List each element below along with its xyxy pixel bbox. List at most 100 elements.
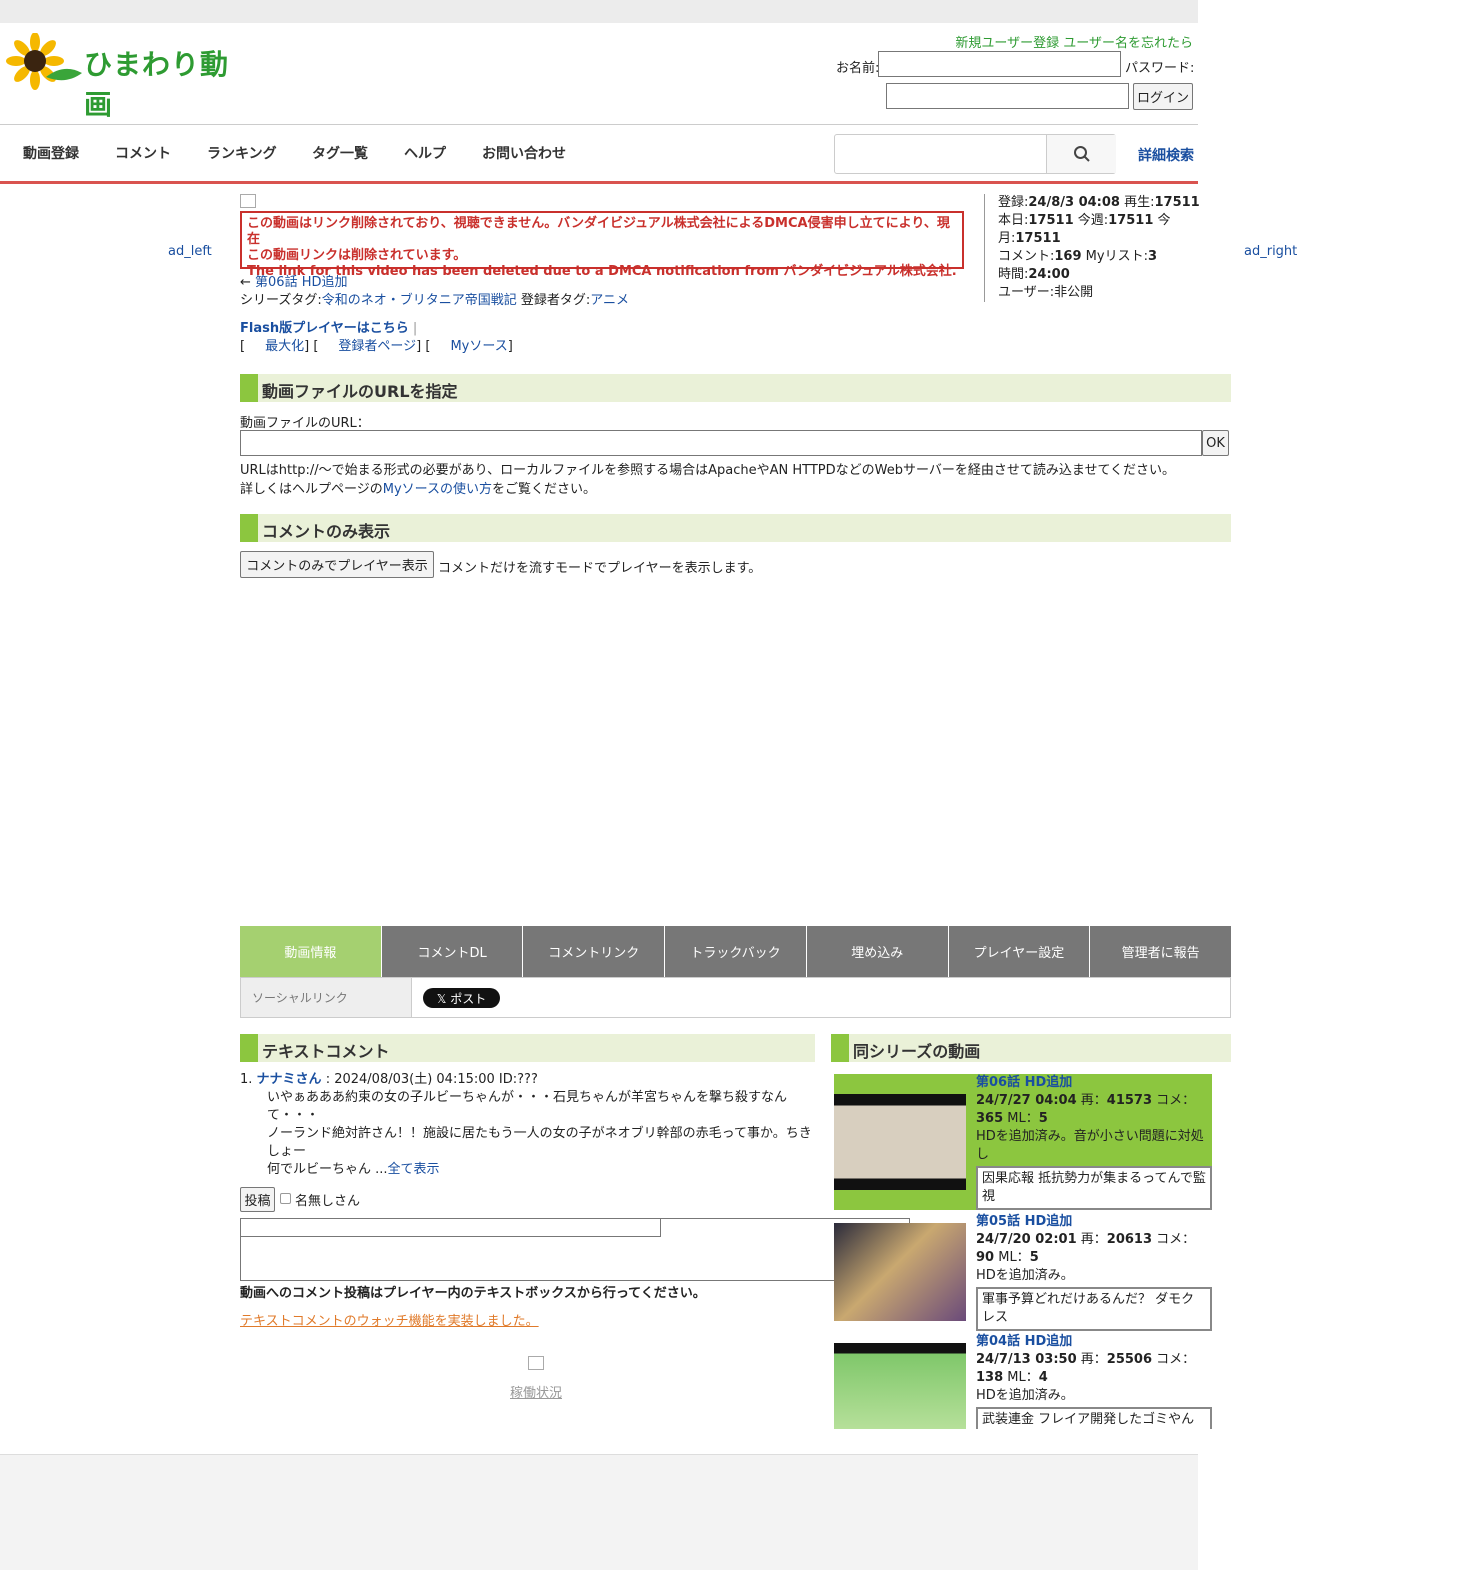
uploader-page-link[interactable]: 登録者ページ — [338, 339, 416, 354]
play-value: 17511 — [1154, 195, 1200, 210]
x-post-button[interactable]: 𝕏 ポスト — [423, 988, 500, 1008]
url-ok-button[interactable]: OK — [1202, 430, 1229, 456]
comment-line: ノーランド絶対許さん！！施設に居たもう一人の女の子がネオブリ幹部の赤毛って事か。… — [267, 1126, 812, 1159]
forgot-username-link[interactable]: ユーザー名を忘れたら — [1063, 36, 1193, 51]
server-status-link[interactable]: 稼働状況 — [510, 1382, 562, 1401]
show-all-link[interactable]: 全て表示 — [388, 1162, 440, 1177]
login-button[interactable]: ログイン — [1133, 83, 1193, 110]
url-note: URLはhttp://〜で始まる形式の必要があり、ローカルファイルを参照する場合… — [240, 461, 1200, 499]
series-item-desc: HDを追加済み。音が小さい問題に対処し — [976, 1129, 1204, 1162]
series-item[interactable]: 第04話 HD追加 24/7/13 03:50 再：25506 コメ： 138 M… — [834, 1333, 1212, 1429]
series-item-comments: 365 — [976, 1111, 1004, 1126]
sunflower-icon — [6, 32, 82, 90]
video-stats: 登録:24/8/3 04:08 再生:17511 本日:17511 今週:175… — [984, 194, 1214, 302]
nav-item-comment[interactable]: コメント — [115, 143, 171, 163]
mysource-link[interactable]: Myソース — [450, 339, 507, 354]
play-label: 再： — [1076, 1232, 1107, 1247]
nav-item-ranking[interactable]: ランキング — [207, 143, 277, 163]
register-link[interactable]: 新規ユーザー登録 — [955, 36, 1059, 51]
video-thumbnail[interactable] — [834, 1094, 966, 1190]
nav-item-tags[interactable]: タグ一覧 — [312, 143, 368, 163]
url-note-line-1: URLはhttp://〜で始まる形式の必要があり、ローカルファイルを参照する場合… — [240, 463, 1176, 478]
nav-item-upload[interactable]: 動画登録 — [23, 143, 79, 163]
name-label: お名前: — [836, 61, 880, 76]
watch-feature-link[interactable]: テキストコメントのウォッチ機能を実装しました。 — [240, 1310, 539, 1329]
series-heading: 同シリーズの動画 — [831, 1034, 1231, 1062]
tab-comment-link[interactable]: コメントリンク — [523, 926, 666, 977]
mylist-value: 3 — [1147, 249, 1158, 264]
password-label: パスワード: — [1125, 61, 1195, 76]
ml-label: ML： — [1003, 1370, 1039, 1385]
search-button[interactable] — [1046, 135, 1116, 173]
nav-item-contact[interactable]: お問い合わせ — [482, 143, 566, 163]
uploader-tag-link[interactable]: アニメ — [590, 293, 629, 308]
comment-line: 何でルビーちゃん ... — [267, 1162, 388, 1177]
nav-item-help[interactable]: ヘルプ — [404, 143, 446, 163]
series-item-comments: 138 — [976, 1370, 1004, 1385]
ad-right-image[interactable]: ad_right — [1244, 244, 1297, 259]
series-item-plays: 25506 — [1106, 1352, 1153, 1367]
series-item-date: 24/7/13 03:50 — [976, 1352, 1077, 1367]
series-item-desc: HDを追加済み。 — [976, 1388, 1074, 1403]
anonymous-label: 名無しさん — [295, 1194, 361, 1209]
search-input[interactable] — [835, 135, 1045, 173]
tab-player-settings[interactable]: プレイヤー設定 — [948, 926, 1091, 977]
advanced-search-link[interactable]: 詳細検索 — [1138, 145, 1194, 165]
notice-line-1: この動画はリンク削除されており、視聴できません。バンダイビジュアル株式会社による… — [247, 216, 950, 247]
flash-row: Flash版プレイヤーはこちら | — [240, 317, 417, 336]
tags-row: シリーズタグ:令和のネオ・ブリタニア帝国戦記 登録者タグ:アニメ — [240, 289, 629, 308]
series-item[interactable]: 第05話 HD追加 24/7/20 02:01 再：20613 コメ： 90 ML… — [834, 1213, 1212, 1331]
comment-only-player-button[interactable]: コメントのみでプレイヤー表示 — [240, 551, 434, 578]
series-item-info: 第04話 HD追加 24/7/13 03:50 再：25506 コメ： 138 M… — [976, 1333, 1212, 1429]
ad-left-image[interactable]: ad_left — [168, 244, 212, 259]
series-item-mylist: 5 — [1038, 1111, 1048, 1126]
tab-comment-dl[interactable]: コメントDL — [381, 926, 524, 977]
post-comment-button[interactable]: 投稿 — [240, 1187, 275, 1212]
comment-only-desc: コメントだけを流すモードでプレイヤーを表示します。 — [438, 561, 762, 576]
page-footer — [0, 1454, 1198, 1570]
url-note-suffix: をご覧ください。 — [492, 482, 597, 497]
tab-trackback[interactable]: トラックバック — [665, 926, 807, 977]
reg-label: 登録: — [998, 195, 1029, 210]
video-url-input[interactable] — [240, 430, 1202, 456]
username-input[interactable] — [878, 51, 1121, 77]
tab-report[interactable]: 管理者に報告 — [1090, 926, 1232, 977]
social-links-label: ソーシャルリンク — [241, 978, 412, 1017]
separator: | — [408, 321, 418, 336]
site-logo[interactable]: ひまわり動画 — [6, 32, 256, 121]
video-thumbnail[interactable] — [834, 1343, 966, 1429]
comment-body: いやぁあああ約束の女の子ルビーちゃんが・・・石見ちゃんが羊宮ちゃんを撃ち殺すなん… — [240, 1089, 815, 1179]
series-item-comment: 軍事予算どれだけあるんだ？ ダモクレス — [976, 1287, 1212, 1331]
series-item-date: 24/7/20 02:01 — [976, 1232, 1077, 1247]
dmca-notice: この動画はリンク削除されており、視聴できません。バンダイビジュアル株式会社による… — [240, 211, 964, 279]
series-item-active[interactable]: 第06話 HD追加 24/7/27 04:04 再：41573 コメ： 365 M… — [834, 1074, 1212, 1210]
prev-episode-link[interactable]: 第06話 HD追加 — [255, 275, 347, 290]
player-links-row: [最大化] [登録者ページ] [Myソース] — [240, 335, 513, 354]
play-label: 再生: — [1119, 195, 1155, 210]
duration-value: 24:00 — [1028, 267, 1070, 282]
com-label: コメ： — [1152, 1093, 1196, 1108]
password-input[interactable] — [886, 83, 1129, 109]
bracket: ] — [507, 339, 513, 354]
mysource-help-link[interactable]: Myソースの使い方 — [383, 482, 492, 497]
series-item-title[interactable]: 第05話 HD追加 — [976, 1214, 1072, 1229]
tab-embed[interactable]: 埋め込み — [806, 926, 949, 977]
series-tag-link[interactable]: 令和のネオ・ブリタニア帝国戦記 — [322, 293, 517, 308]
comment-name-input[interactable] — [240, 1218, 661, 1237]
video-thumbnail[interactable] — [834, 1223, 966, 1321]
series-item-title[interactable]: 第04話 HD追加 — [976, 1334, 1072, 1349]
flash-player-link[interactable]: Flash版プレイヤーはこちら — [240, 321, 409, 336]
user-value: 非公開 — [1054, 285, 1094, 300]
series-item-title[interactable]: 第06話 HD追加 — [976, 1075, 1072, 1090]
notice-line-2: この動画リンクは削除されています。 — [247, 248, 467, 263]
broken-image-icon — [240, 194, 256, 208]
anonymous-checkbox[interactable] — [280, 1193, 291, 1204]
search-icon — [1073, 146, 1090, 162]
com-label: コメ： — [1152, 1232, 1196, 1247]
comment-item: 1. ナナミさん : 2024/08/03(土) 04:15:00 ID:???… — [240, 1071, 815, 1179]
comment-author-link[interactable]: ナナミさん — [257, 1072, 322, 1087]
maximize-link[interactable]: 最大化 — [265, 339, 304, 354]
series-item-comment: 武装連金 フレイア開発したゴミやん — [976, 1407, 1212, 1429]
tab-video-info[interactable]: 動画情報 — [240, 926, 382, 977]
month-value: 17511 — [1015, 231, 1061, 246]
